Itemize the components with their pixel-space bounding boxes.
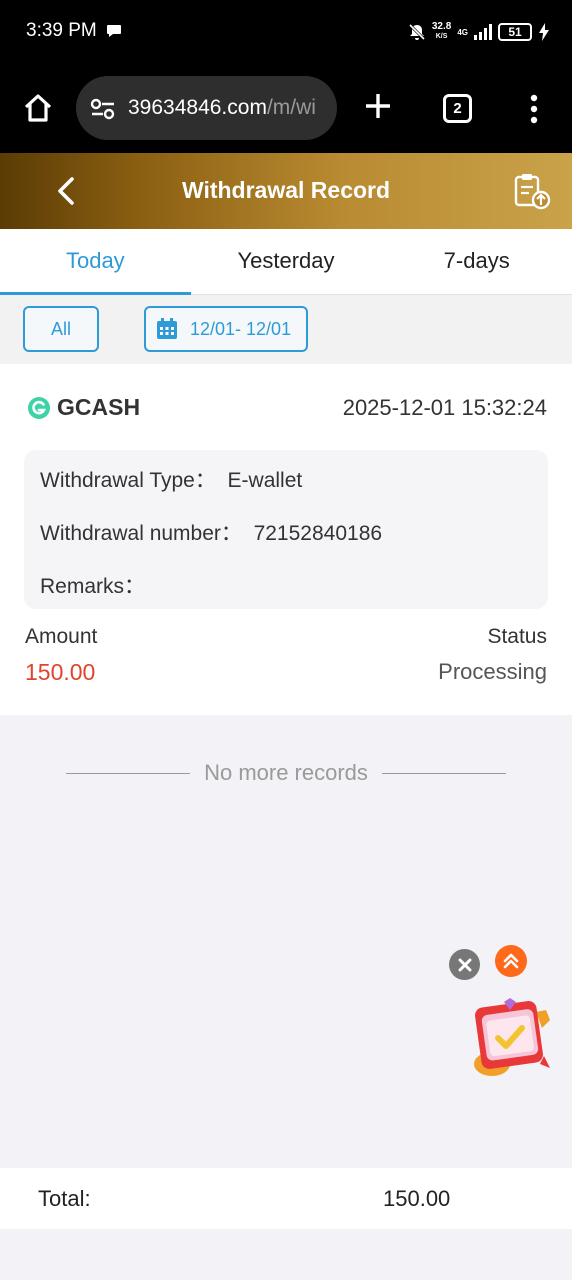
total-bar: Total: 150.00	[0, 1168, 572, 1229]
menu-icon[interactable]	[527, 94, 541, 124]
no-more-records-text: No more records	[204, 760, 368, 785]
record-details: Withdrawal Type： E-wallet Withdrawal num…	[24, 450, 548, 609]
status-label: Status	[487, 625, 547, 648]
page-title: Withdrawal Record	[181, 177, 391, 203]
payment-method-name: GCASH	[57, 394, 141, 420]
close-icon	[458, 958, 471, 971]
tab-yesterday[interactable]: Yesterday	[191, 229, 382, 294]
record-upload-icon[interactable]	[512, 171, 552, 211]
url-text[interactable]: 39634846.com/m/wi	[128, 96, 316, 120]
close-float-button[interactable]	[449, 949, 480, 980]
gcash-icon	[28, 396, 50, 419]
tab-today[interactable]: Today	[0, 229, 191, 295]
filter-all-button[interactable]: All	[23, 306, 99, 352]
no-more-records: No more records	[66, 760, 506, 786]
checkin-gift-icon[interactable]	[470, 996, 556, 1080]
filter-row: All 12/01- 12/01	[0, 295, 572, 364]
withdrawal-number-label: Withdrawal number：	[40, 522, 242, 545]
mute-icon	[408, 23, 425, 41]
tabs-icon[interactable]: 2	[443, 94, 472, 123]
charging-icon	[539, 23, 549, 41]
status-bar: 3:39 PM 32.8 K/S 4G 51	[0, 0, 572, 64]
date-range-text: 12/01- 12/01	[190, 318, 292, 339]
status-value: Processing	[438, 659, 547, 684]
period-tabs: Today Yesterday 7-days	[0, 229, 572, 295]
total-value: 150.00	[383, 1186, 451, 1211]
tab-7-days[interactable]: 7-days	[381, 229, 572, 294]
browser-toolbar: 39634846.com/m/wi 2	[0, 64, 572, 153]
withdrawal-type-value: E-wallet	[227, 469, 303, 492]
date-range-button[interactable]: 12/01- 12/01	[144, 306, 308, 352]
site-settings-icon[interactable]	[90, 98, 116, 120]
divider-right	[381, 772, 506, 774]
new-tab-icon[interactable]	[364, 92, 392, 120]
divider-left	[66, 772, 191, 774]
network-type: 4G	[457, 27, 468, 37]
amount-label: Amount	[25, 625, 98, 648]
scroll-top-button[interactable]	[495, 945, 527, 977]
signal-icon	[474, 24, 492, 40]
remarks-label: Remarks：	[40, 575, 146, 598]
withdrawal-number-value: 72152840186	[253, 522, 383, 545]
record-datetime: 2025-12-01 15:32:24	[342, 395, 547, 420]
address-bar[interactable]: 39634846.com/m/wi	[76, 76, 337, 140]
status-time: 3:39 PM	[26, 20, 97, 41]
page-header: Withdrawal Record	[0, 153, 572, 229]
battery-icon: 51	[498, 23, 532, 41]
withdrawal-number-row: Withdrawal number： 72152840186	[40, 517, 382, 547]
network-speed: 32.8 K/S	[431, 21, 452, 41]
home-icon[interactable]	[22, 92, 54, 124]
withdrawal-type-row: Withdrawal Type： E-wallet	[40, 464, 302, 494]
withdrawal-type-label: Withdrawal Type：	[40, 469, 216, 492]
chat-icon	[107, 25, 121, 37]
remarks-row: Remarks：	[40, 570, 145, 600]
total-label: Total:	[38, 1186, 91, 1211]
withdrawal-record-card[interactable]: GCASH 2025-12-01 15:32:24 Withdrawal Typ…	[0, 364, 572, 715]
calendar-icon	[157, 318, 177, 339]
amount-value: 150.00	[25, 659, 96, 685]
double-chevron-up-icon	[503, 953, 519, 969]
status-right: 32.8 K/S 4G 51	[408, 18, 550, 46]
payment-method: GCASH	[27, 394, 140, 421]
